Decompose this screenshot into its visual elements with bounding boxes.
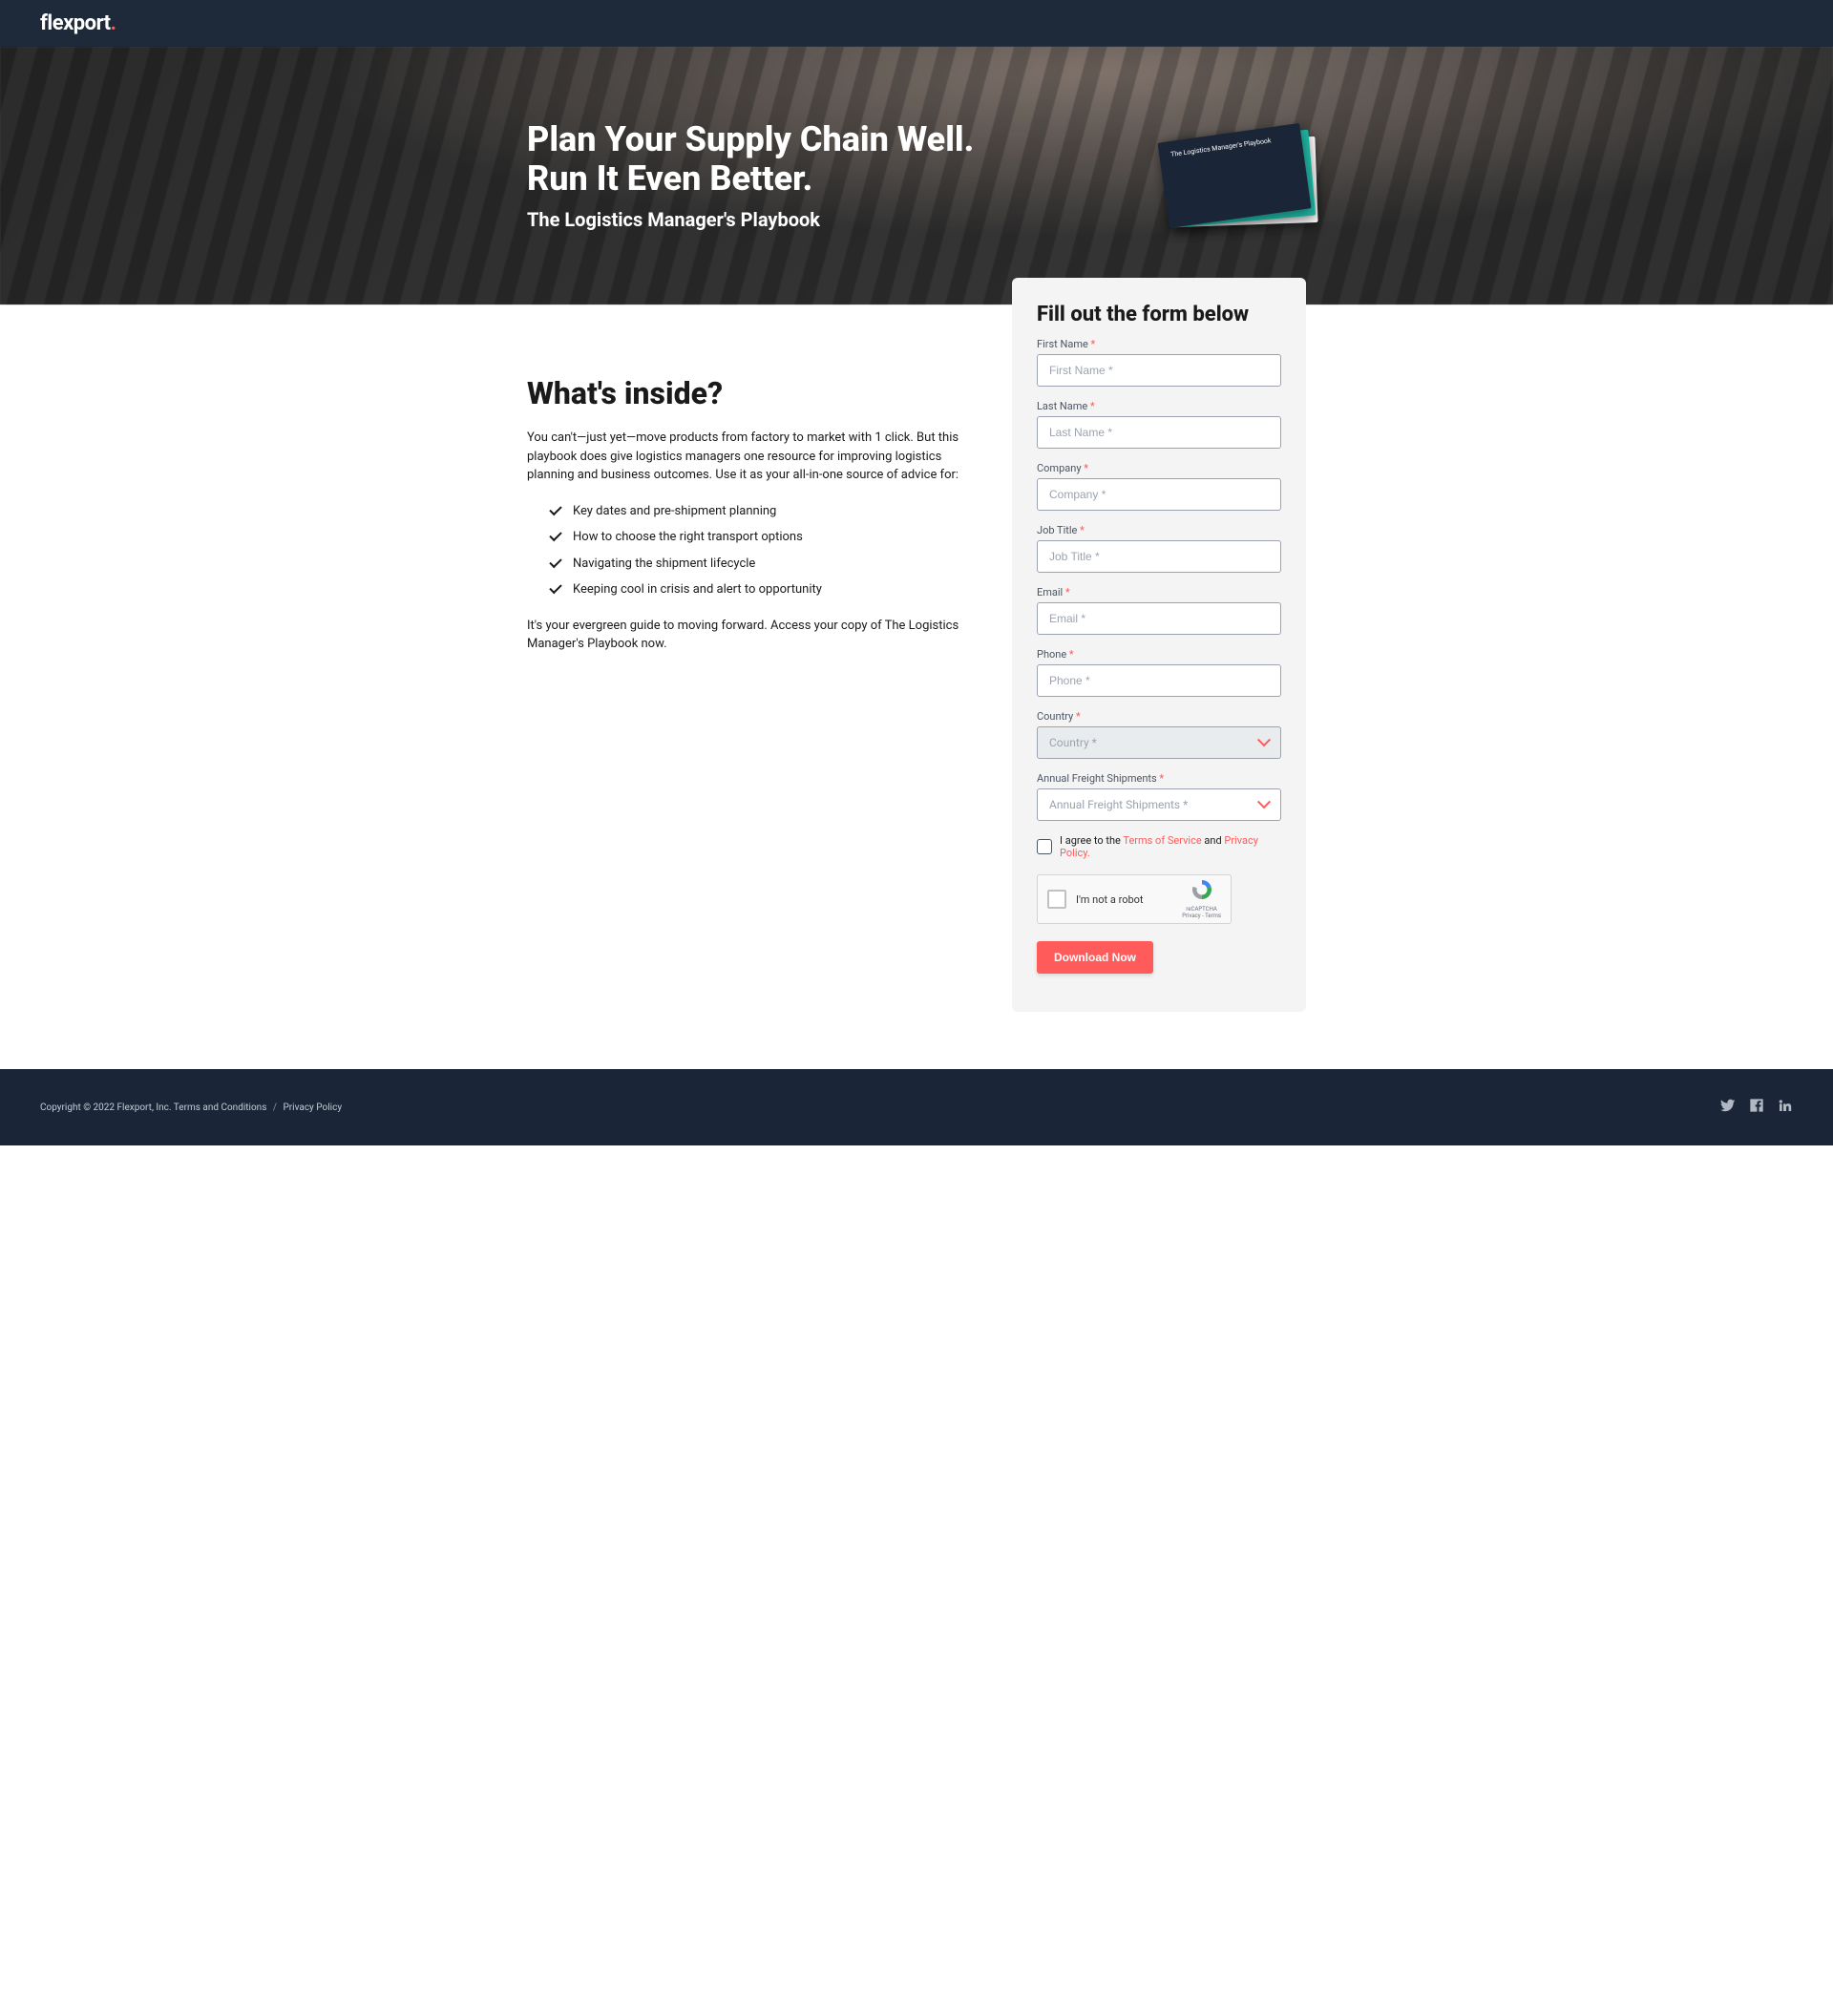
recaptcha-badge: reCAPTCHA Privacy - Terms — [1182, 878, 1221, 919]
job-title-label: Job Title * — [1037, 524, 1281, 536]
recaptcha-icon — [1190, 878, 1213, 901]
company-label: Company * — [1037, 462, 1281, 474]
hero-text: Plan Your Supply Chain Well.Run It Even … — [527, 120, 974, 232]
content-outro: It's your evergreen guide to moving forw… — [527, 617, 964, 654]
shipments-label: Annual Freight Shipments * — [1037, 772, 1281, 785]
agree-text: I agree to the Terms of Service and Priv… — [1060, 834, 1281, 859]
hero-subtitle: The Logistics Manager's Playbook — [527, 208, 974, 231]
job-title-input[interactable] — [1037, 540, 1281, 573]
twitter-icon[interactable] — [1720, 1098, 1736, 1117]
footer: Copyright © 2022 Flexport, Inc. Terms an… — [0, 1069, 1833, 1145]
recaptcha-label: I'm not a robot — [1076, 893, 1172, 906]
footer-privacy-link[interactable]: Privacy Policy — [283, 1102, 342, 1113]
first-name-label: First Name * — [1037, 338, 1281, 350]
bullet-item: How to choose the right transport option… — [550, 524, 964, 551]
content-intro: You can't—just yet—move products from fa… — [527, 429, 964, 485]
footer-terms-link[interactable]: Terms and Conditions — [174, 1102, 267, 1113]
phone-label: Phone * — [1037, 648, 1281, 661]
tos-link[interactable]: Terms of Service — [1123, 834, 1201, 847]
last-name-label: Last Name * — [1037, 400, 1281, 412]
content-heading: What's inside? — [527, 375, 964, 411]
agree-row: I agree to the Terms of Service and Priv… — [1037, 834, 1281, 859]
facebook-icon[interactable] — [1749, 1098, 1764, 1117]
email-input[interactable] — [1037, 602, 1281, 635]
country-select[interactable]: Country * — [1037, 726, 1281, 759]
bullet-item: Key dates and pre-shipment planning — [550, 498, 964, 525]
recaptcha-checkbox[interactable] — [1047, 890, 1066, 909]
bullet-item: Keeping cool in crisis and alert to oppo… — [550, 577, 964, 603]
brand-dot: . — [111, 11, 116, 35]
hero-section: Plan Your Supply Chain Well.Run It Even … — [0, 47, 1833, 304]
submit-button[interactable]: Download Now — [1037, 941, 1153, 974]
header: flexport. — [0, 0, 1833, 47]
last-name-input[interactable] — [1037, 416, 1281, 449]
country-label: Country * — [1037, 710, 1281, 723]
hero-title: Plan Your Supply Chain Well.Run It Even … — [527, 120, 974, 200]
form-card: Fill out the form below First Name * Las… — [1012, 278, 1306, 1012]
form-heading: Fill out the form below — [1037, 303, 1281, 326]
content-bullets: Key dates and pre-shipment planning How … — [527, 498, 964, 603]
phone-input[interactable] — [1037, 664, 1281, 697]
brand-name: flexport — [40, 11, 111, 35]
shipments-placeholder: Annual Freight Shipments * — [1049, 798, 1188, 811]
agree-checkbox[interactable] — [1037, 839, 1052, 854]
email-label: Email * — [1037, 586, 1281, 598]
content-section: What's inside? You can't—just yet—move p… — [527, 304, 983, 667]
linkedin-icon[interactable] — [1778, 1098, 1793, 1117]
footer-copyright: Copyright © 2022 Flexport, Inc. Terms an… — [40, 1102, 342, 1113]
chevron-down-icon — [1259, 738, 1269, 747]
recaptcha-widget[interactable]: I'm not a robot reCAPTCHA Privacy - Term… — [1037, 874, 1232, 924]
company-input[interactable] — [1037, 478, 1281, 511]
shipments-select[interactable]: Annual Freight Shipments * — [1037, 788, 1281, 821]
hero-playbook-card: The Logistics Manager's Playbook — [1157, 123, 1311, 228]
brand-logo[interactable]: flexport. — [40, 11, 116, 35]
first-name-input[interactable] — [1037, 354, 1281, 387]
footer-social — [1720, 1098, 1793, 1117]
chevron-down-icon — [1259, 800, 1269, 809]
bullet-item: Navigating the shipment lifecycle — [550, 551, 964, 578]
country-placeholder: Country * — [1049, 736, 1097, 749]
